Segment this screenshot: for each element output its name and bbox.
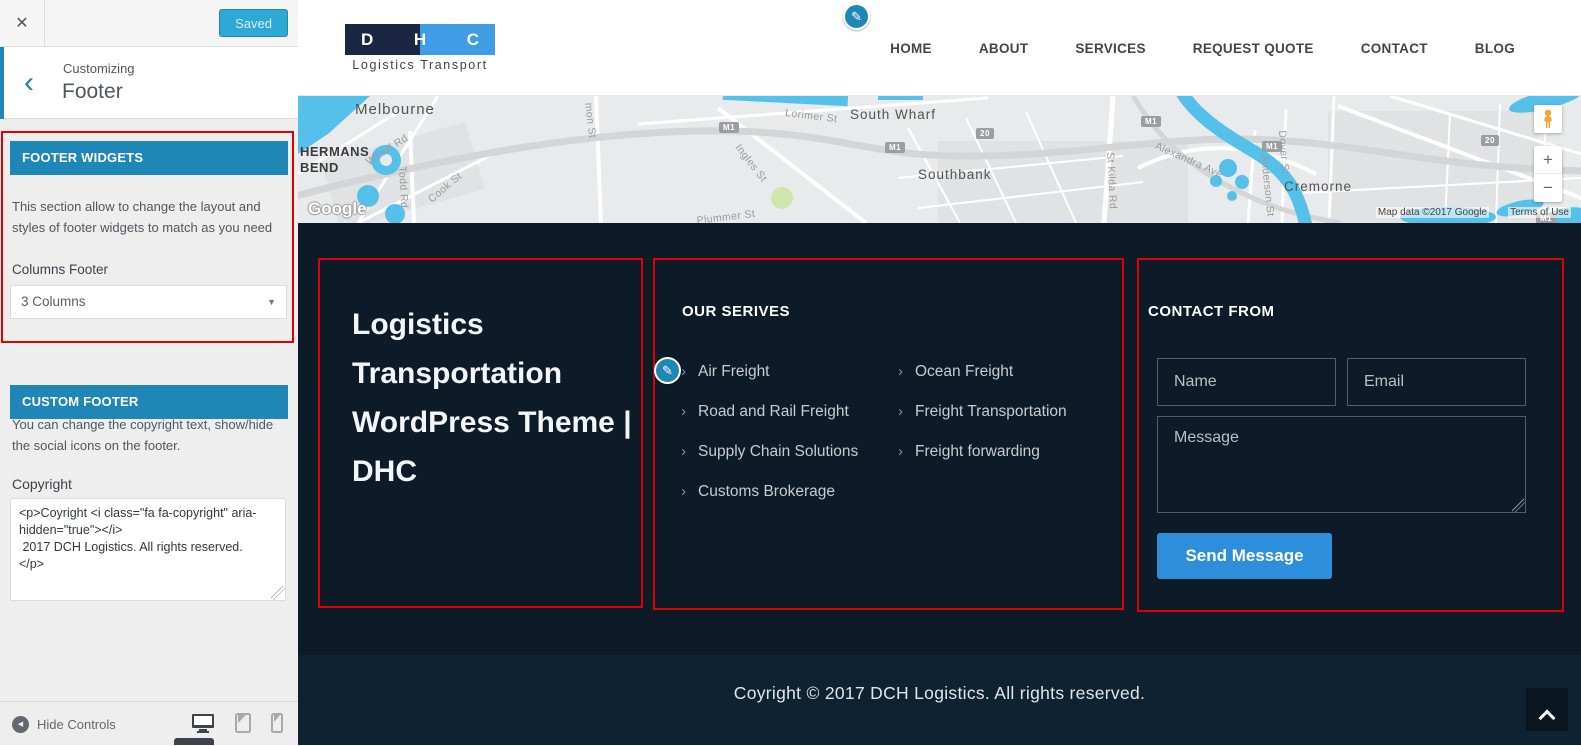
nav-item-request-quote[interactable]: REQUEST QUOTE bbox=[1193, 41, 1314, 56]
chevron-up-icon bbox=[1539, 709, 1556, 726]
back-button[interactable]: ‹ bbox=[6, 47, 52, 119]
columns-footer-label: Columns Footer bbox=[12, 262, 108, 277]
footer-copyright-bar: Coyright © 2017 DCH Logistics. All right… bbox=[298, 655, 1581, 745]
site-preview: D H C Logistics Transport HOME ABOUT SER… bbox=[298, 0, 1581, 745]
customizer-sidebar: ✕ Saved ‹ Customizing Footer FOOTER WIDG… bbox=[0, 0, 298, 745]
panel-accent-bar bbox=[0, 47, 4, 119]
chevron-right-icon: › bbox=[898, 363, 903, 381]
contact-name-input[interactable] bbox=[1157, 358, 1336, 406]
section-header-footer-widgets[interactable]: FOOTER WIDGETS bbox=[10, 141, 288, 175]
pegman-icon bbox=[1534, 120, 1562, 137]
contact-message-textarea[interactable] bbox=[1157, 416, 1526, 513]
nav-item-services[interactable]: SERVICES bbox=[1075, 41, 1145, 56]
preview-tablet-button[interactable] bbox=[228, 710, 258, 738]
road-badge-m1: M1 bbox=[885, 142, 905, 153]
map-zoom-controls: + − bbox=[1534, 146, 1562, 202]
edit-shortcut-header-button[interactable]: ✎ bbox=[843, 3, 870, 30]
logo-letter: D bbox=[361, 30, 373, 50]
section-description: This section allow to change the layout … bbox=[12, 196, 284, 238]
panel-title: Footer bbox=[62, 80, 123, 104]
hide-controls-button[interactable]: ◀ Hide Controls bbox=[12, 702, 116, 746]
road-badge-m1: M1 bbox=[1262, 141, 1282, 152]
customizing-label: Customizing bbox=[63, 61, 135, 76]
active-device-indicator bbox=[174, 738, 214, 745]
map-terms-of-use-link[interactable]: Terms of Use bbox=[1508, 207, 1571, 218]
scroll-to-top-button[interactable] bbox=[1526, 688, 1568, 731]
preview-desktop-button[interactable] bbox=[188, 710, 218, 738]
nav-item-blog[interactable]: BLOG bbox=[1475, 41, 1515, 56]
services-widget-heading: OUR SERIVES bbox=[682, 303, 790, 320]
footer-site-title: Logistics Transportation WordPress Theme… bbox=[352, 300, 642, 496]
collapse-arrow-icon: ◀ bbox=[12, 716, 29, 733]
customizer-bottom-bar: ◀ Hide Controls bbox=[0, 701, 298, 745]
chevron-right-icon: › bbox=[681, 403, 686, 421]
map-label-hermans: HERMANS bbox=[300, 144, 369, 159]
zoom-out-button[interactable]: − bbox=[1534, 174, 1562, 202]
desktop-icon bbox=[191, 721, 215, 736]
map-label-cremorne: Cremorne bbox=[1284, 179, 1352, 194]
road-badge-m1: M1 bbox=[1141, 116, 1161, 127]
road-badge-m1: M1 bbox=[719, 122, 739, 133]
site-logo[interactable]: D H C bbox=[345, 24, 495, 55]
contact-email-input[interactable] bbox=[1347, 358, 1526, 406]
google-map[interactable]: Melbourne HERMANS BEND South Wharf South… bbox=[298, 96, 1581, 223]
map-attribution: Map data ©2017 Google bbox=[1376, 207, 1489, 218]
nav-item-contact[interactable]: CONTACT bbox=[1361, 41, 1428, 56]
map-street-todd: Todd Rd bbox=[396, 166, 410, 208]
mobile-icon bbox=[271, 721, 283, 736]
street-view-pegman-button[interactable] bbox=[1534, 105, 1562, 133]
chevron-right-icon: › bbox=[681, 443, 686, 461]
customizer-topbar: ✕ Saved bbox=[0, 0, 298, 47]
services-list-left: › Air Freight › Road and Rail Freight › … bbox=[681, 363, 896, 523]
service-link-ocean-freight[interactable]: › Ocean Freight bbox=[898, 363, 1118, 403]
map-label-southbank: Southbank bbox=[918, 167, 992, 182]
chevron-right-icon: › bbox=[681, 483, 686, 501]
nav-item-about[interactable]: ABOUT bbox=[979, 41, 1029, 56]
map-label-melbourne: Melbourne bbox=[355, 101, 435, 118]
copyright-text: Coyright © 2017 DCH Logistics. All right… bbox=[298, 683, 1581, 704]
service-link-supply-chain[interactable]: › Supply Chain Solutions bbox=[681, 443, 896, 483]
map-label-south-wharf: South Wharf bbox=[850, 107, 936, 122]
site-header: D H C Logistics Transport HOME ABOUT SER… bbox=[298, 0, 1581, 96]
copyright-code-textarea[interactable]: <p>Coyright <i class="fa fa-copyright" a… bbox=[10, 498, 286, 601]
zoom-in-button[interactable]: + bbox=[1534, 146, 1562, 174]
service-link-road-rail-freight[interactable]: › Road and Rail Freight bbox=[681, 403, 896, 443]
pencil-icon: ✎ bbox=[662, 363, 673, 378]
columns-footer-select[interactable]: 3 Columns ▼ bbox=[10, 285, 287, 319]
logo-letter: C bbox=[467, 30, 479, 50]
select-dropdown-arrow-icon: ▼ bbox=[267, 286, 276, 318]
services-list-right: › Ocean Freight › Freight Transportation… bbox=[898, 363, 1118, 483]
chevron-right-icon: › bbox=[681, 363, 686, 381]
nav-item-home[interactable]: HOME bbox=[890, 41, 932, 56]
road-badge-20: 20 bbox=[976, 128, 994, 139]
close-icon: ✕ bbox=[15, 15, 28, 32]
saved-button[interactable]: Saved bbox=[219, 9, 288, 37]
chevron-right-icon: › bbox=[898, 403, 903, 421]
close-customizer-button[interactable]: ✕ bbox=[0, 0, 45, 46]
map-tiles bbox=[298, 96, 1581, 223]
logo-letter: H bbox=[414, 30, 426, 50]
edit-shortcut-widget-button[interactable]: ✎ bbox=[654, 357, 681, 384]
service-link-freight-transportation[interactable]: › Freight Transportation bbox=[898, 403, 1118, 443]
pencil-icon: ✎ bbox=[851, 9, 862, 24]
mobile-icon-button[interactable] bbox=[262, 710, 292, 738]
service-link-freight-forwarding[interactable]: › Freight forwarding bbox=[898, 443, 1118, 483]
map-label-bend: BEND bbox=[300, 160, 339, 175]
contact-widget-heading: CONTACT FROM bbox=[1148, 303, 1275, 320]
columns-footer-selected-value: 3 Columns bbox=[21, 294, 86, 309]
hide-controls-label: Hide Controls bbox=[37, 717, 116, 732]
service-link-customs-brokerage[interactable]: › Customs Brokerage bbox=[681, 483, 896, 523]
chevron-right-icon: › bbox=[898, 443, 903, 461]
tablet-icon bbox=[235, 721, 251, 736]
road-badge-20: 20 bbox=[1481, 135, 1499, 146]
panel-header: ‹ Customizing Footer bbox=[0, 47, 298, 119]
google-logo[interactable]: Google bbox=[308, 199, 367, 219]
send-message-button[interactable]: Send Message bbox=[1157, 533, 1332, 579]
service-link-air-freight[interactable]: › Air Freight bbox=[681, 363, 896, 403]
section-description: You can change the copyright text, show/… bbox=[12, 414, 284, 456]
main-navigation: HOME ABOUT SERVICES REQUEST QUOTE CONTAC… bbox=[890, 0, 1581, 96]
copyright-field-label: Copyright bbox=[12, 476, 72, 492]
logo-tagline: Logistics Transport bbox=[345, 58, 495, 72]
back-chevron-icon: ‹ bbox=[24, 66, 34, 99]
